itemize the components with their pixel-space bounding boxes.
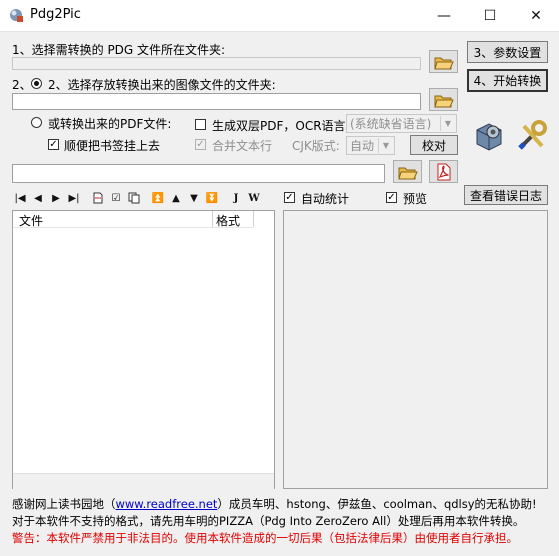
window-title: Pdg2Pic [30,7,81,22]
tools-icon [518,120,547,150]
check-icon[interactable]: ☑ [108,190,124,206]
image-folder-radio[interactable] [31,78,42,89]
bookmark-checkbox[interactable]: ✓ [48,139,59,150]
merge-lines-label: 合并文本行 [212,139,273,153]
auto-stat-label: 自动统计 [301,192,350,206]
j-icon[interactable]: J [228,190,244,206]
horizontal-scrollbar[interactable] [13,473,274,489]
first-icon[interactable]: |◀ [12,190,28,206]
prev-icon[interactable]: ◀ [30,190,46,206]
step2-number: 2、 [12,78,32,92]
maximize-icon: ☐ [483,7,497,24]
legal-warning: 警告：本软件严禁用于非法目的。使用本软件造成的一切后果（包括法律后果）由使用者自… [12,531,518,545]
pdf-output-label: 或转换出来的PDF文件: [48,117,172,131]
column-divider [212,211,213,227]
preview-label: 预览 [403,192,428,206]
browse-image-folder-button[interactable] [429,88,458,111]
cjk-layout-label: CJK版式: [292,139,340,153]
open-folder-icon [397,167,418,179]
credits-line: 感谢网上读书园地（www.readfree.net）成员车明、hstong、伊兹… [12,496,537,512]
close-button[interactable]: ✕ [513,0,559,31]
preview-checkbox[interactable]: ✓ [386,192,397,203]
start-convert-button[interactable]: 4、开始转换 [467,69,548,92]
minimize-icon: — [437,7,451,24]
preview-pane [283,210,548,489]
pdf-icon [437,163,450,180]
dual-layer-label: 生成双层PDF，OCR语言: [212,119,350,133]
move-bottom-icon[interactable]: ⏬ [204,190,220,206]
next-icon[interactable]: ▶ [48,190,64,206]
params-button[interactable]: 3、参数设置 [467,41,548,63]
pdf-output-field[interactable] [12,164,385,183]
settings-box-icon [476,123,502,151]
bookmark-label: 顺便把书签挂上去 [64,139,161,153]
cjk-layout-select[interactable]: 自动 ▼ [346,136,395,155]
file-list[interactable]: 文件 格式 [12,210,275,489]
browse-pdg-folder-button[interactable] [429,50,458,73]
open-folder-icon [433,57,454,69]
last-icon[interactable]: ▶| [66,190,82,206]
pdg-folder-field[interactable] [12,57,421,70]
maximize-button[interactable]: ☐ [467,0,513,31]
minimize-button[interactable]: — [421,0,467,31]
dual-layer-checkbox[interactable] [195,119,206,130]
column-divider [253,211,254,227]
app-icon [10,9,23,22]
error-log-button[interactable]: 查看错误日志 [464,185,548,205]
move-top-icon[interactable]: ⏫ [150,190,166,206]
auto-stat-checkbox[interactable]: ✓ [284,192,295,203]
document-icon[interactable] [90,190,106,206]
credits-text-a: 感谢网上读书园地（ [12,497,116,511]
format-note: 对于本软件不支持的格式，请先用车明的PIZZA（Pdg Into ZeroZer… [12,514,525,528]
chevron-down-icon: ▼ [378,138,393,153]
chevron-down-icon: ▼ [440,116,455,131]
proofread-button[interactable]: 校对 [410,135,458,155]
cjk-layout-value: 自动 [350,139,375,153]
column-header-format[interactable]: 格式 [216,212,240,229]
pdf-output-radio[interactable] [31,117,42,128]
step2-label: 2、选择存放转换出来的图像文件的文件夹: [48,78,276,92]
column-header-file[interactable]: 文件 [19,212,43,229]
open-folder-icon [433,95,454,107]
w-icon[interactable]: W [246,190,262,206]
step1-label: 1、选择需转换的 PDG 文件所在文件夹: [12,43,226,57]
ocr-language-value: (系统缺省语言) [350,117,432,131]
move-up-icon[interactable]: ▲ [168,190,184,206]
credits-text-b: ）成员车明、hstong、伊兹鱼、coolman、qdlsy的无私协助! [217,497,537,511]
merge-lines-checkbox[interactable]: ✓ [195,139,206,150]
image-folder-field[interactable] [12,93,421,110]
browse-pdf-button[interactable] [393,160,422,183]
move-down-icon[interactable]: ▼ [186,190,202,206]
readfree-link[interactable]: www.readfree.net [116,497,218,511]
ocr-language-select[interactable]: (系统缺省语言) ▼ [346,114,457,133]
close-icon: ✕ [530,7,542,24]
pdf-file-button[interactable] [429,160,458,183]
copy-icon[interactable] [126,190,142,206]
